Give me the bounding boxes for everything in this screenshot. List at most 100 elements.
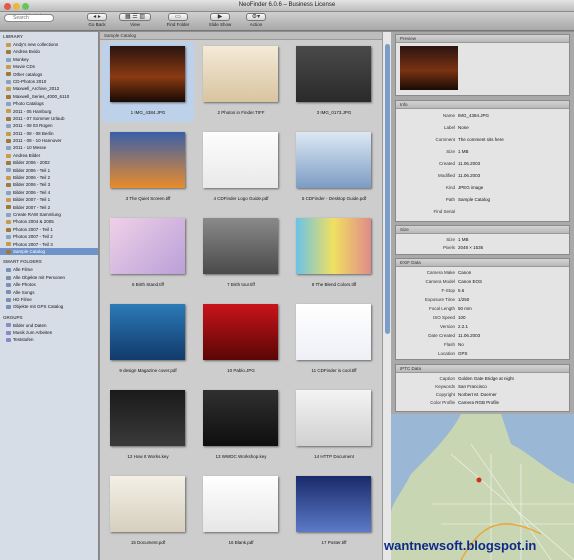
thumbnail-cell[interactable]: 1 IMG_4384.JPG bbox=[102, 42, 194, 122]
library-item[interactable]: Create RAW Sammlung bbox=[0, 211, 98, 218]
info-value: GPS bbox=[458, 351, 468, 356]
preview-panel-title: Preview bbox=[396, 35, 569, 43]
info-panel: Info Name IMG_4384.JPG Label None Comment The… bbox=[395, 100, 570, 222]
library-item-label: Andrea Bilder bbox=[13, 152, 41, 158]
thumbnail-cell[interactable]: 17 Poster.tiff bbox=[288, 472, 380, 552]
thumbnail-image bbox=[203, 476, 278, 532]
group-item[interactable]: Musik zum Arbeiten bbox=[0, 329, 98, 336]
scrollbar-thumb[interactable] bbox=[385, 44, 390, 334]
library-item-label: Sample Catalog bbox=[13, 248, 46, 254]
library-item[interactable]: Bilder 2006 - Teil 2 bbox=[0, 174, 98, 181]
thumbnail-cell[interactable]: 11 CDFinder is cool.tiff bbox=[288, 300, 380, 380]
info-key: Kind bbox=[445, 185, 455, 190]
library-item[interactable]: Photos 2007 - Teil 2 bbox=[0, 233, 98, 240]
library-item[interactable]: CD-Photos 2010 bbox=[0, 78, 98, 85]
action-button[interactable]: ⚙▾ Action bbox=[243, 13, 269, 31]
thumbnail-cell[interactable]: 15 Document.pdf bbox=[102, 472, 194, 552]
thumbnail-cell[interactable]: 9 design Magazine cover.pdf bbox=[102, 300, 194, 380]
library-item[interactable]: 2011 - 10 Messe bbox=[0, 144, 98, 151]
library-item[interactable]: Sample Catalog bbox=[0, 247, 98, 256]
library-item-label: 2011 - 08 - 10 Hannover bbox=[13, 138, 62, 144]
catalog-icon bbox=[6, 124, 11, 129]
library-item-label: 2011 - 08 03 Rügen bbox=[13, 123, 53, 129]
group-item[interactable]: Bilder und Daten bbox=[0, 322, 98, 329]
smart-item[interactable]: Objekte mit GPS Catalog bbox=[0, 303, 98, 310]
smart-item-label: Alle Songs bbox=[13, 289, 35, 295]
info-value: 1/250 bbox=[458, 297, 470, 302]
library-item[interactable]: Bilder 2006 - Teil 1 bbox=[0, 167, 98, 174]
library-item[interactable]: Other catalogs bbox=[0, 71, 98, 78]
library-item[interactable]: Photos 2007 - Teil 1 bbox=[0, 226, 98, 233]
info-row: Version 2.2.1 bbox=[396, 324, 571, 330]
info-key: Date Created bbox=[428, 333, 455, 338]
library-item[interactable]: Bilder 2006 - Teil 4 bbox=[0, 189, 98, 196]
thumbnail-cell[interactable]: 6 Birth Stand.tiff bbox=[102, 214, 194, 294]
thumbnail-cell[interactable]: 12 How It Works.key bbox=[102, 386, 194, 466]
search-input[interactable] bbox=[4, 14, 54, 22]
library-item[interactable]: Andrea Bvido bbox=[0, 48, 98, 55]
library-item[interactable]: Andrea Bilder bbox=[0, 152, 98, 159]
thumbnail-cell[interactable]: 3 The Quiet Screen.tiff bbox=[102, 128, 194, 208]
catalog-icon bbox=[6, 138, 11, 143]
thumbnail-cell[interactable]: 2 Photos in Finder.TIFF bbox=[195, 42, 287, 122]
smart-item[interactable]: Alle Objekte mit Personen bbox=[0, 274, 98, 281]
exif-panel-title: EXIF Data bbox=[396, 259, 569, 267]
info-value: Camera RGB Profile bbox=[458, 400, 500, 405]
smart-item[interactable]: Alle Filme bbox=[0, 266, 98, 273]
catalog-icon bbox=[6, 198, 11, 203]
slide-show-button[interactable]: ▶ Slide Show bbox=[205, 13, 235, 31]
info-value: JPEG image bbox=[458, 185, 484, 190]
grid-scrollbar[interactable] bbox=[382, 32, 391, 560]
library-item[interactable]: 2011 - 08 - 08 Berlin bbox=[0, 130, 98, 137]
library-item-label: Other catalogs bbox=[13, 71, 43, 77]
library-item[interactable]: Bilder 2007 - Teil 1 bbox=[0, 196, 98, 203]
catalog-icon bbox=[6, 116, 11, 121]
library-item[interactable]: Bilder 2007 - Teil 2 bbox=[0, 204, 98, 211]
library-item[interactable]: Monkey bbox=[0, 56, 98, 63]
library-item[interactable]: Photo Catalogs bbox=[0, 100, 98, 107]
thumbnail-cell[interactable]: 8 The Blend Colors.tiff bbox=[288, 214, 380, 294]
library-item-label: 2011 - 10 Messe bbox=[13, 145, 47, 151]
group-item-label: Teststufen bbox=[13, 337, 34, 343]
size-panel: Size Size 1 MB Pixels 2048 × 1536 bbox=[395, 225, 570, 255]
smart-item[interactable]: Alle Photos bbox=[0, 281, 98, 288]
smart-item[interactable]: HD Filme bbox=[0, 296, 98, 303]
library-item[interactable]: 2011 - 08 03 Rügen bbox=[0, 122, 98, 129]
smart-folders-header: SMART FOLDERS bbox=[3, 259, 42, 265]
view-button[interactable]: ▦ ☰ ▥ View bbox=[117, 13, 153, 31]
go-back-button[interactable]: ◂ ▸ Go Back bbox=[85, 13, 109, 31]
library-item[interactable]: 2011 - 05 Hamburg bbox=[0, 108, 98, 115]
thumbnail-cell[interactable]: 7 Birth tour.tiff bbox=[195, 214, 287, 294]
catalog-icon bbox=[6, 72, 11, 77]
smart-folder-icon bbox=[6, 290, 11, 295]
library-item[interactable]: Photos 2007 - Teil 3 bbox=[0, 241, 98, 248]
thumbnail-cell[interactable]: 14 HTTP Document bbox=[288, 386, 380, 466]
thumbnail-cell[interactable]: 4 CDFinder Logo Guide.pdf bbox=[195, 128, 287, 208]
smart-item[interactable]: Alle Songs bbox=[0, 289, 98, 296]
library-item[interactable]: Maxwell_Series_4000_6110 bbox=[0, 93, 98, 100]
info-value: 5.6 bbox=[458, 288, 465, 293]
thumbnail-image bbox=[203, 218, 278, 274]
library-item[interactable]: Maxwell_Archive_2012 bbox=[0, 85, 98, 92]
library-item[interactable]: Photos 2004 & 2005 bbox=[0, 218, 98, 225]
info-row: Camera Model Canon EOS bbox=[396, 279, 571, 285]
catalog-icon bbox=[6, 57, 11, 62]
library-item[interactable]: 2011 - 08 - 10 Hannover bbox=[0, 137, 98, 144]
library-item[interactable]: Bilder 2006 - Teil 3 bbox=[0, 181, 98, 188]
thumbnail-cell[interactable]: 16 Blank.pdf bbox=[195, 472, 287, 552]
thumbnail-cell[interactable]: 10 Pablo.JPG bbox=[195, 300, 287, 380]
library-item[interactable]: Andy's new collections bbox=[0, 41, 98, 48]
info-key: Copyright bbox=[435, 392, 455, 397]
thumbnail-cell[interactable]: 13 WWDC Workshop.key bbox=[195, 386, 287, 466]
find-folder-button[interactable]: ▭ Find Folder bbox=[163, 13, 193, 31]
smart-item-label: Alle Photos bbox=[13, 282, 36, 288]
smart-folder-icon bbox=[6, 282, 11, 287]
group-item[interactable]: Teststufen bbox=[0, 336, 98, 343]
thumbnail-caption: 7 Birth tour.tiff bbox=[227, 282, 255, 287]
library-item[interactable]: Bilder 2006 - 2002 bbox=[0, 159, 98, 166]
thumbnail-cell[interactable]: 5 CDFinder - Desktop Guide.pdf bbox=[288, 128, 380, 208]
library-item[interactable]: 2011 - 07 Sommer Urlaub bbox=[0, 115, 98, 122]
library-item[interactable]: Movie CDs bbox=[0, 63, 98, 70]
info-value: San Francisco bbox=[458, 384, 487, 389]
thumbnail-cell[interactable]: 3 IMG_0173.JPG bbox=[288, 42, 380, 122]
